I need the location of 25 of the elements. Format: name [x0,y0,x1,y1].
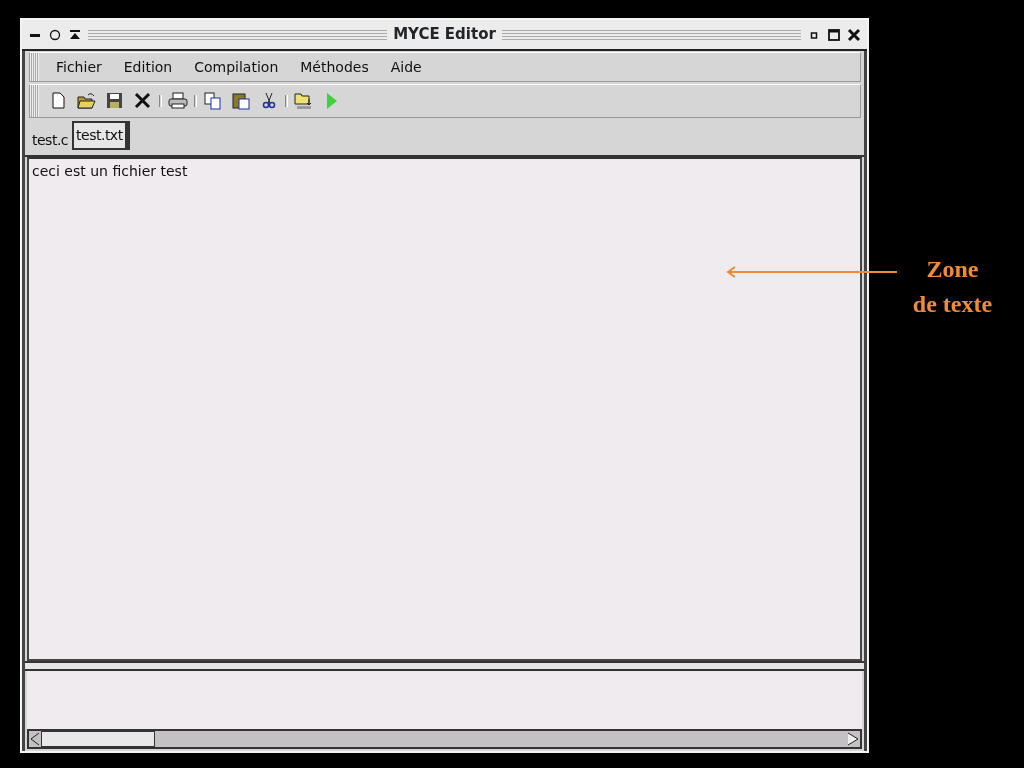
close-icon[interactable] [847,27,861,42]
horizontal-scrollbar[interactable] [27,729,862,749]
file-tab[interactable]: test.txt [72,121,127,150]
menu-item[interactable]: Edition [112,53,184,81]
open-folder-icon[interactable] [77,91,97,111]
shade-icon[interactable] [68,27,82,42]
paste-icon[interactable] [231,91,251,111]
maximize-icon[interactable] [827,27,841,42]
annotation-label: Zone de texte [911,255,994,319]
cross-icon[interactable] [133,91,153,111]
menu-item[interactable]: Compilation [183,53,290,81]
window-title: MYCE Editor [393,24,496,46]
text-area[interactable]: ceci est un fichier test [27,157,862,661]
menu-item[interactable]: Méthodes [289,53,380,81]
copy-icon[interactable] [203,91,223,111]
menu-item[interactable]: Fichier [45,53,113,81]
toolbar-handle[interactable] [30,85,39,117]
pane-splitter[interactable] [25,661,864,671]
circle-icon[interactable] [48,27,62,42]
menu-bar-handle[interactable] [30,53,39,81]
folder-binary-icon[interactable] [294,91,314,111]
menu-item[interactable]: Aide [379,53,433,81]
scroll-thumb[interactable] [41,731,155,747]
right-arrow-icon[interactable] [846,732,860,746]
printer-icon[interactable] [168,91,188,111]
